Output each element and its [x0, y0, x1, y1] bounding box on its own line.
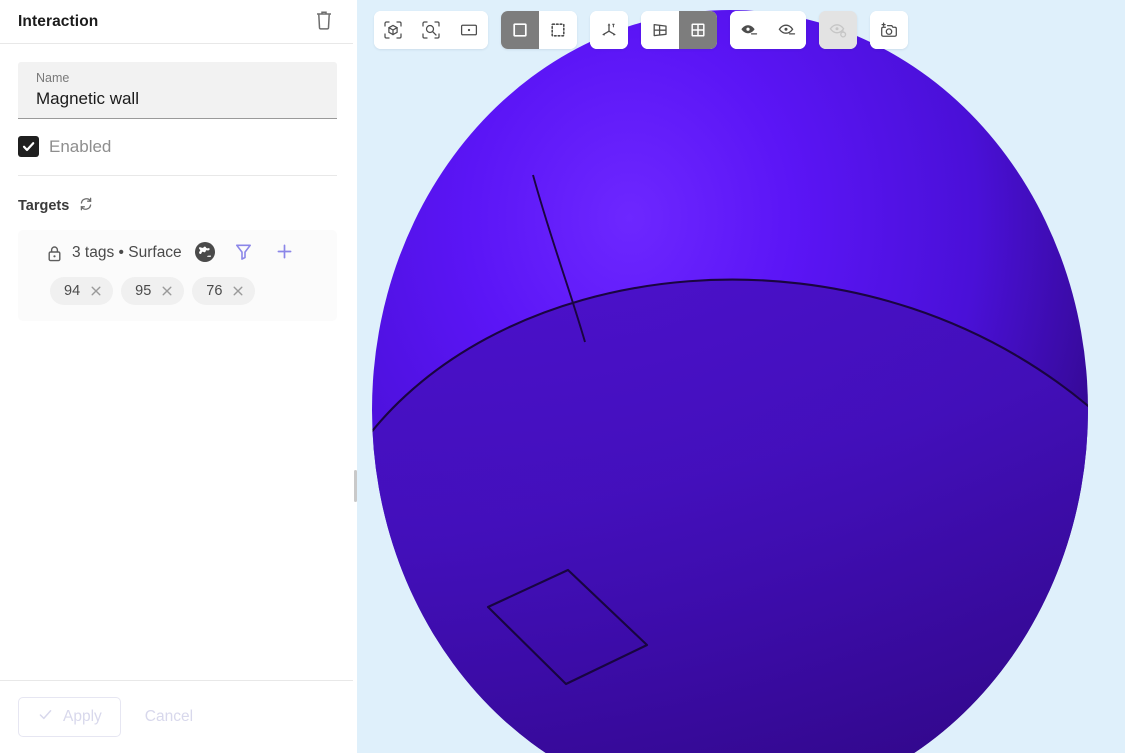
orthographic-grid-icon [688, 20, 708, 40]
plus-icon [275, 242, 294, 264]
perspective-view-button[interactable] [641, 11, 679, 49]
axes-group [590, 11, 628, 49]
target-chip-list: 94 95 76 [30, 277, 325, 305]
lock-icon [46, 244, 63, 263]
toggle-axes-button[interactable] [590, 11, 628, 49]
name-field[interactable]: Name [18, 62, 337, 119]
enabled-checkbox-row[interactable]: Enabled [18, 136, 337, 176]
list-item[interactable]: 95 [121, 277, 185, 305]
fit-to-object-button[interactable] [374, 11, 412, 49]
single-select-button[interactable] [501, 11, 539, 49]
check-icon [37, 706, 54, 728]
panel-spacer [0, 321, 355, 680]
close-icon[interactable] [231, 285, 244, 298]
list-item[interactable]: 76 [192, 277, 256, 305]
visibility-group [730, 11, 806, 49]
app-root: Interaction Name Magnetic wall Enabled T… [0, 0, 1125, 753]
camera-plus-icon [879, 20, 899, 40]
splitter-grip[interactable] [354, 470, 357, 502]
name-input[interactable] [36, 87, 319, 111]
perspective-grid-icon [650, 20, 670, 40]
close-icon[interactable] [89, 285, 102, 298]
panel-footer: Apply Cancel [0, 680, 355, 753]
cube-frame-icon [383, 20, 403, 40]
chip-label: 95 [135, 283, 152, 299]
enabled-checkbox[interactable] [18, 136, 39, 157]
apply-label: Apply [63, 708, 102, 725]
hide-selection-button[interactable] [730, 11, 768, 49]
add-target-button[interactable] [275, 243, 295, 263]
cancel-button[interactable]: Cancel [131, 697, 207, 737]
funnel-filter-icon [234, 242, 253, 264]
reset-visibility-group [819, 11, 857, 49]
panel-splitter[interactable] [353, 0, 357, 753]
name-field-label: Name [36, 71, 70, 85]
targets-summary-row: 3 tags • Surface [30, 241, 325, 266]
cancel-label: Cancel [144, 708, 194, 725]
enabled-label: Enabled [49, 136, 112, 156]
trash-icon [314, 9, 334, 34]
eye-outline-minus-icon [777, 20, 797, 40]
refresh-targets-button[interactable] [77, 197, 94, 214]
page-title: Interaction [18, 12, 99, 30]
eye-filled-minus-icon [739, 20, 759, 40]
reset-visibility-button [819, 11, 857, 49]
show-selection-button[interactable] [768, 11, 806, 49]
capture-group [870, 11, 908, 49]
targets-card: 3 tags • Surface 94 95 76 [18, 230, 337, 321]
list-item[interactable]: 94 [50, 277, 114, 305]
check-icon [22, 142, 35, 152]
square-outline-icon [510, 20, 530, 40]
projection-group [641, 11, 717, 49]
close-icon[interactable] [160, 285, 173, 298]
view-fit-group [374, 11, 488, 49]
sphere-geometry[interactable] [355, 0, 1125, 753]
selection-mode-group [501, 11, 577, 49]
globe-icon [194, 241, 216, 266]
filter-targets-button[interactable] [234, 243, 254, 263]
targets-section-header: Targets [18, 197, 337, 214]
box-select-button[interactable] [539, 11, 577, 49]
chip-label: 76 [206, 283, 223, 299]
add-screenshot-button[interactable] [870, 11, 908, 49]
3d-viewport[interactable] [355, 0, 1125, 753]
panel-header: Interaction [0, 0, 355, 44]
globe-scope-button[interactable] [194, 241, 216, 266]
cap-face [372, 279, 1088, 753]
targets-summary-text: 3 tags • Surface [72, 244, 182, 261]
orthographic-view-button[interactable] [679, 11, 717, 49]
apply-button[interactable]: Apply [18, 697, 121, 737]
delete-interaction-button[interactable] [311, 9, 337, 35]
magnifier-frame-icon [421, 20, 441, 40]
dashed-square-icon [548, 20, 568, 40]
fit-to-window-button[interactable] [450, 11, 488, 49]
zoom-to-region-button[interactable] [412, 11, 450, 49]
eye-refresh-icon [828, 20, 848, 40]
axes-gizmo-icon [599, 20, 619, 40]
interaction-panel: Interaction Name Magnetic wall Enabled T… [0, 0, 357, 753]
window-dot-icon [459, 20, 479, 40]
chip-label: 94 [64, 283, 81, 299]
panel-body: Name Enabled Targets [0, 44, 355, 321]
targets-title: Targets [18, 197, 70, 214]
refresh-icon [78, 196, 94, 215]
viewport-toolbar [374, 11, 908, 49]
